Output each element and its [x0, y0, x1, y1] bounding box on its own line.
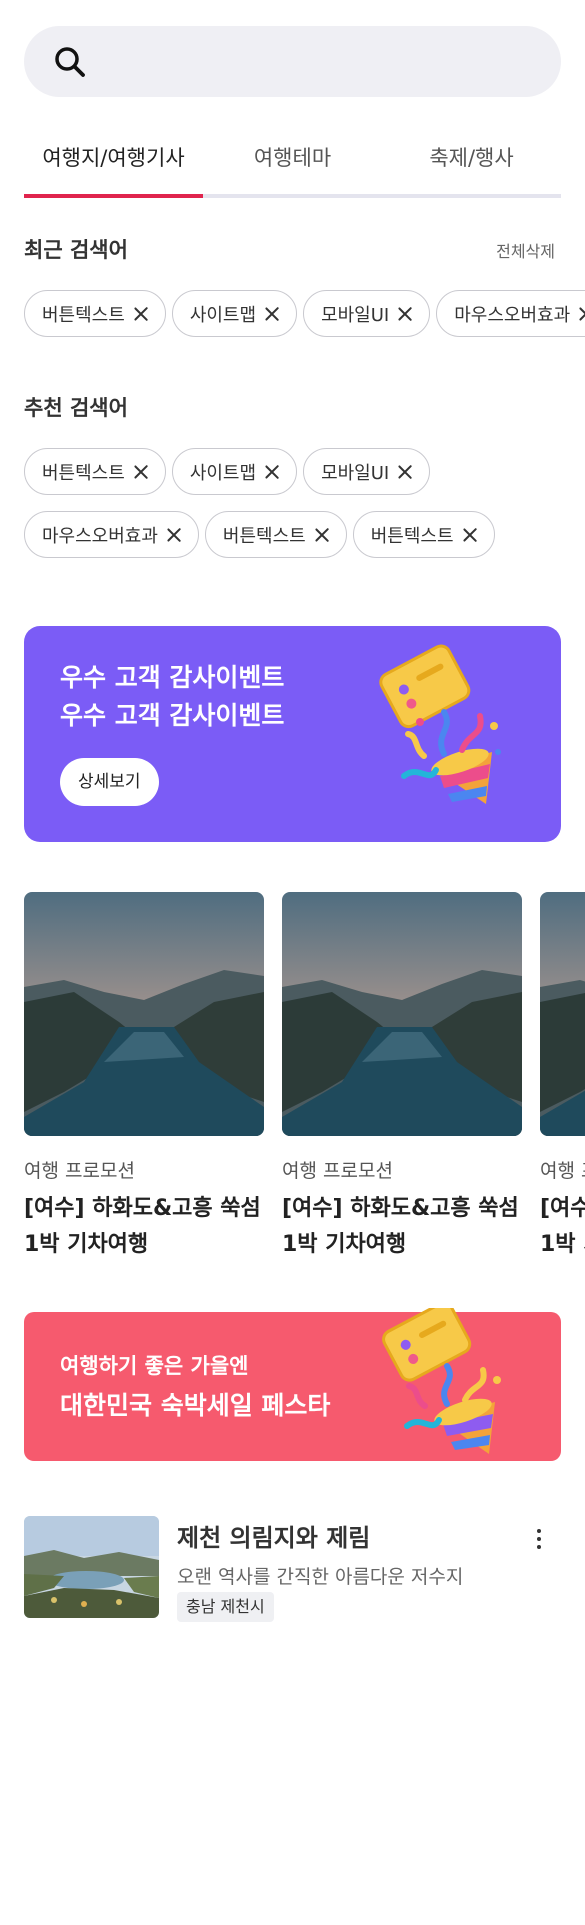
attraction-name: 제천 의림지와 제림 — [177, 1524, 371, 1552]
promotion-card[interactable]: 여행 프로모션 [여수] 하화도&고흥 쑥섬 1박 기차여행 — [24, 892, 264, 1263]
attraction-description: 오랜 역사를 간직한 아름다운 저수지 — [177, 1566, 464, 1588]
event-banner[interactable]: 우수 고객 감사이벤트 우수 고객 감사이벤트 상세보기 — [24, 626, 561, 842]
promo-banner-line1: 여행하기 좋은 가을엔 — [60, 1354, 249, 1378]
recent-chip[interactable]: 모바일UI — [303, 290, 431, 337]
chip-label: 버튼텍스트 — [222, 525, 306, 547]
recommended-chip-row-1: 버튼텍스트 사이트맵 모바일UI — [24, 448, 436, 496]
close-icon[interactable] — [264, 464, 280, 480]
tab-destinations[interactable]: 여행지/여행기사 — [24, 128, 203, 198]
recent-chip[interactable]: 사이트맵 — [171, 290, 298, 337]
card-title: [여수] 하화도&고흥 쑥섬 1박 기차여행 — [24, 1191, 264, 1263]
promo-banner[interactable]: 여행하기 좋은 가을엔 대한민국 숙박세일 페스타 — [24, 1308, 561, 1461]
recent-searches-title: 최근 검색어 — [24, 238, 128, 262]
close-icon[interactable] — [314, 527, 330, 543]
tab-themes[interactable]: 여행테마 — [203, 128, 382, 198]
close-icon[interactable] — [264, 306, 280, 322]
chip-label: 버튼텍스트 — [370, 525, 454, 547]
clear-all-button[interactable]: 전체삭제 — [496, 238, 555, 262]
chip-label: 사이트맵 — [189, 304, 257, 326]
more-options-icon[interactable] — [527, 1524, 551, 1554]
close-icon[interactable] — [578, 306, 585, 322]
close-icon[interactable] — [133, 464, 149, 480]
promotion-card[interactable]: 여행 프로모션 [여수] 하화도&고흥 쑥섬 1박 기차여행 — [282, 892, 522, 1263]
card-image — [540, 892, 585, 1136]
event-banner-line2: 우수 고객 감사이벤트 — [60, 701, 285, 730]
search-input[interactable] — [24, 26, 561, 97]
close-icon[interactable] — [397, 464, 413, 480]
chip-label: 마우스오버효과 — [42, 525, 158, 547]
chip-label: 마우스오버효과 — [454, 304, 571, 326]
chip-label: 버튼텍스트 — [42, 304, 125, 326]
attraction-list-item[interactable]: 제천 의림지와 제림 오랜 역사를 간직한 아름다운 저수지 충남 제천시 — [24, 1516, 561, 1622]
recommended-chip-row-2: 마우스오버효과 버튼텍스트 버튼텍스트 — [24, 511, 501, 559]
recommended-chip[interactable]: 버튼텍스트 — [352, 511, 495, 558]
recommended-chip[interactable]: 버튼텍스트 — [204, 511, 347, 558]
tab-active-indicator — [24, 194, 203, 198]
card-category: 여행 프로모션 — [24, 1160, 135, 1182]
recommended-chip[interactable]: 모바일UI — [303, 448, 431, 495]
location-tag: 충남 제천시 — [177, 1592, 274, 1622]
promotion-carousel[interactable]: 여행 프로모션 [여수] 하화도&고흥 쑥섬 1박 기차여행 여행 프로모션 [여… — [24, 892, 585, 1272]
recent-chip[interactable]: 버튼텍스트 — [24, 290, 166, 337]
card-category: 여행 프로모션 — [540, 1160, 585, 1182]
card-title-line2: 1박 기차여행 — [540, 1232, 585, 1257]
recommended-chip[interactable]: 마우스오버효과 — [24, 511, 199, 558]
card-image — [24, 892, 264, 1136]
chip-label: 버튼텍스트 — [42, 462, 125, 484]
card-title-line1: [여수] 하화도&고흥 쑥섬 — [24, 1196, 261, 1221]
recommended-chip[interactable]: 버튼텍스트 — [24, 448, 166, 495]
tab-bar: 여행지/여행기사 여행테마 축제/행사 — [24, 128, 561, 198]
attraction-thumbnail — [24, 1516, 159, 1618]
promo-banner-line2: 대한민국 숙박세일 페스타 — [60, 1391, 331, 1420]
card-title-line1: [여수] 하화도&고흥 쑥섬 — [282, 1196, 519, 1221]
details-button[interactable]: 상세보기 — [60, 758, 159, 806]
party-popper-icon — [382, 1308, 501, 1454]
promotion-card[interactable]: 여행 프로모션 [여수] 하화도&고흥 쑥섬 1박 기차여행 — [540, 892, 585, 1263]
recommended-searches-title: 추천 검색어 — [24, 396, 128, 420]
chip-label: 모바일UI — [321, 304, 390, 326]
card-title: [여수] 하화도&고흥 쑥섬 1박 기차여행 — [282, 1191, 522, 1263]
card-title: [여수] 하화도&고흥 쑥섬 1박 기차여행 — [540, 1191, 585, 1263]
event-banner-line1: 우수 고객 감사이벤트 — [60, 663, 285, 692]
card-title-line2: 1박 기차여행 — [282, 1232, 407, 1257]
close-icon[interactable] — [462, 527, 478, 543]
close-icon[interactable] — [397, 306, 413, 322]
card-title-line1: [여수] 하화도&고흥 쑥섬 — [540, 1196, 585, 1221]
recommended-chip[interactable]: 사이트맵 — [171, 448, 298, 495]
chip-label: 모바일UI — [321, 462, 390, 484]
card-title-line2: 1박 기차여행 — [24, 1232, 149, 1257]
close-icon[interactable] — [133, 306, 149, 322]
close-icon[interactable] — [166, 527, 182, 543]
chip-label: 사이트맵 — [189, 462, 257, 484]
card-image — [282, 892, 522, 1136]
tab-festivals[interactable]: 축제/행사 — [382, 128, 561, 198]
search-icon[interactable] — [54, 46, 86, 78]
party-popper-icon — [379, 644, 501, 804]
card-category: 여행 프로모션 — [282, 1160, 393, 1182]
recent-chip[interactable]: 마우스오버효과 — [436, 290, 585, 337]
recent-chip-row: 버튼텍스트 사이트맵 모바일UI 마우스오버효과 — [24, 290, 585, 338]
